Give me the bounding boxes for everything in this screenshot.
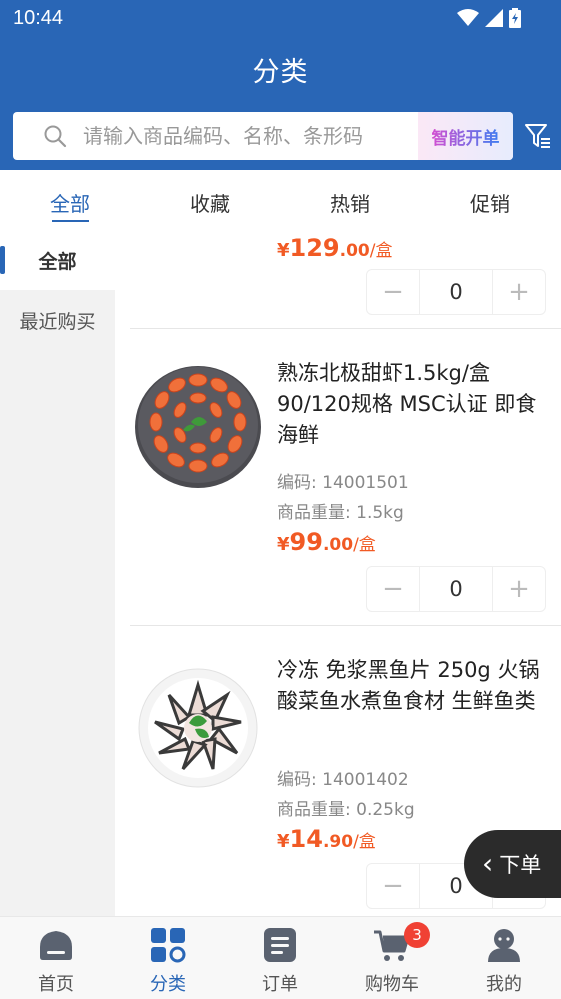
quantity-value[interactable]: 0 xyxy=(419,270,493,314)
tab-all[interactable]: 全部 xyxy=(50,188,90,217)
quantity-stepper: − 0 + xyxy=(366,269,546,315)
battery-icon xyxy=(509,8,521,28)
nav-label: 购物车 xyxy=(365,974,419,995)
status-bar: 10:44 xyxy=(0,0,561,38)
smart-order-button[interactable]: 智能开单 xyxy=(418,112,513,160)
nav-profile[interactable]: 我的 xyxy=(448,917,560,999)
product-weight: 商品重量: 0.25kg xyxy=(277,800,415,820)
product-code: 编码: 14001402 xyxy=(277,770,409,790)
profile-icon xyxy=(488,929,520,962)
category-item-all[interactable]: 全部 xyxy=(0,230,115,290)
tab-promotion[interactable]: 促销 xyxy=(470,188,510,217)
price-decimal: .00 xyxy=(322,535,354,555)
product-code: 编码: 14001501 xyxy=(277,473,409,493)
nav-label: 首页 xyxy=(38,974,74,995)
search-icon xyxy=(44,125,67,148)
place-order-label: 下单 xyxy=(499,853,542,877)
product-list[interactable]: ¥129.00/盒 − 0 + 熟冻北极甜虾1.5kg/盒 90/120规格 M… xyxy=(115,230,561,916)
filter-icon[interactable] xyxy=(524,122,552,150)
product-name[interactable]: 熟冻北极甜虾1.5kg/盒 90/120规格 MSC认证 即食 海鲜 xyxy=(277,358,547,451)
tab-hot[interactable]: 热销 xyxy=(330,188,370,217)
product-name[interactable]: 冷冻 免浆黑鱼片 250g 火锅酸菜鱼水煮鱼食材 生鲜鱼类 xyxy=(277,655,547,717)
price-unit: /盒 xyxy=(353,535,376,555)
product-image-fish-fillet[interactable] xyxy=(137,667,259,789)
price-decimal: .90 xyxy=(322,832,354,852)
price-symbol: ¥ xyxy=(277,240,290,261)
status-icons xyxy=(457,8,521,28)
signal-icon xyxy=(485,9,503,27)
increase-button[interactable]: + xyxy=(493,567,545,611)
increase-button[interactable]: + xyxy=(493,270,545,314)
price-unit: /盒 xyxy=(353,832,376,852)
nav-category[interactable]: 分类 xyxy=(112,917,224,999)
smart-order-label: 智能开单 xyxy=(432,124,500,149)
home-icon xyxy=(40,931,72,960)
tab-bar: 全部 收藏 热销 促销 xyxy=(0,170,561,230)
price-symbol: ¥ xyxy=(277,831,290,852)
category-icon xyxy=(151,928,186,963)
product-image-shrimp[interactable] xyxy=(133,360,263,490)
product-price: ¥14.90/盒 xyxy=(277,825,376,853)
product-price: ¥129.00/盒 xyxy=(277,234,393,262)
page-title: 分类 xyxy=(252,57,309,88)
nav-label: 分类 xyxy=(150,974,186,995)
search-input[interactable] xyxy=(83,112,428,160)
nav-orders[interactable]: 订单 xyxy=(224,917,336,999)
category-label: 全部 xyxy=(38,250,77,273)
decrease-button[interactable]: − xyxy=(367,864,419,908)
cart-badge: 3 xyxy=(404,922,430,948)
price-integer: 14 xyxy=(289,825,323,853)
place-order-button[interactable]: ‹ 下单 xyxy=(464,830,561,898)
nav-label: 订单 xyxy=(262,974,298,995)
category-label: 最近购买 xyxy=(19,310,96,333)
tab-favorites[interactable]: 收藏 xyxy=(190,188,230,217)
status-time: 10:44 xyxy=(13,7,64,29)
nav-home[interactable]: 首页 xyxy=(0,917,112,999)
category-active-indicator xyxy=(0,246,5,274)
price-unit: /盒 xyxy=(369,241,393,261)
divider xyxy=(130,625,561,626)
quantity-stepper: − 0 + xyxy=(366,566,546,612)
tab-active-indicator xyxy=(52,220,89,222)
nav-cart[interactable]: 3 购物车 xyxy=(336,917,448,999)
nav-label: 我的 xyxy=(486,974,522,995)
app-screen: 10:44 分类 智能开单 xyxy=(0,0,561,999)
chevron-left-icon: ‹ xyxy=(482,847,494,880)
price-decimal: .00 xyxy=(339,241,370,261)
divider xyxy=(130,328,561,329)
search-box[interactable]: 智能开单 xyxy=(13,112,513,160)
price-symbol: ¥ xyxy=(277,534,290,555)
wifi-icon xyxy=(457,9,479,26)
category-item-recent[interactable]: 最近购买 xyxy=(0,290,115,350)
product-price: ¥99.00/盒 xyxy=(277,528,376,556)
product-weight: 商品重量: 1.5kg xyxy=(277,503,404,523)
order-icon xyxy=(264,928,296,962)
price-integer: 129 xyxy=(289,234,340,262)
bottom-nav: 首页 分类 订单 3 购物车 我的 xyxy=(0,916,561,999)
quantity-value[interactable]: 0 xyxy=(419,567,493,611)
decrease-button[interactable]: − xyxy=(367,270,419,314)
category-sidebar: 全部 最近购买 xyxy=(0,230,115,916)
decrease-button[interactable]: − xyxy=(367,567,419,611)
price-integer: 99 xyxy=(289,528,323,556)
